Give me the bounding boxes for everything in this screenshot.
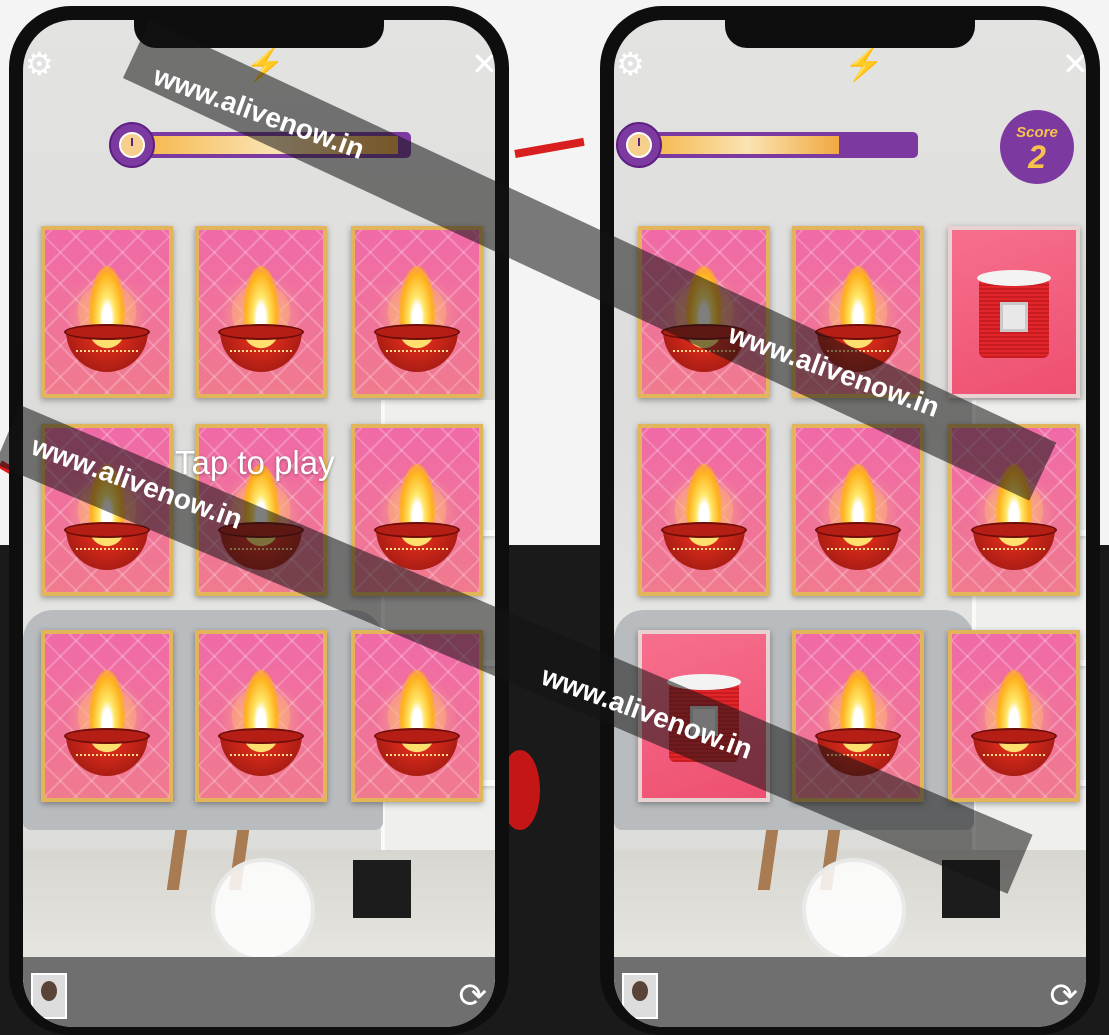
avatar[interactable] (31, 973, 67, 1019)
diya-icon (661, 522, 747, 570)
camera-flip-icon[interactable]: ⟳ (459, 979, 488, 1013)
stopwatch-icon (109, 122, 155, 168)
score-badge: Score 2 (1000, 110, 1074, 184)
memory-card-diya[interactable] (638, 424, 770, 596)
diya-icon (374, 728, 460, 776)
avatar[interactable] (622, 973, 658, 1019)
camera-flip-icon[interactable]: ⟳ (1050, 979, 1079, 1013)
diya-icon (218, 324, 304, 372)
shutter-button[interactable] (802, 858, 906, 962)
memory-card-diya[interactable] (792, 424, 924, 596)
score-value: 2 (1028, 139, 1046, 175)
diya-icon (815, 522, 901, 570)
diya-icon (971, 728, 1057, 776)
flash-icon[interactable]: ⚡ (844, 48, 884, 80)
memory-card-diya[interactable] (351, 226, 483, 398)
tap-to-play-prompt[interactable]: Tap to play (175, 444, 335, 482)
memory-card-diya[interactable] (41, 226, 173, 398)
memory-card-diya[interactable] (41, 630, 173, 802)
gear-icon[interactable]: ⚙ (616, 48, 645, 80)
stopwatch-icon (616, 122, 662, 168)
memory-card-diya[interactable] (195, 630, 327, 802)
memory-card-diya[interactable] (195, 226, 327, 398)
candle-icon (977, 270, 1051, 358)
bottom-bar: ⟳ (23, 957, 495, 1027)
diya-icon (218, 728, 304, 776)
notch (725, 20, 975, 48)
gear-icon[interactable]: ⚙ (25, 48, 54, 80)
memory-card-diya[interactable] (948, 630, 1080, 802)
timer-track (656, 132, 918, 158)
diya-icon (64, 324, 150, 372)
timer-fill (656, 136, 840, 154)
phone-right: ⚙ ⚡ ✕ Score 2 ⟳ (600, 6, 1100, 1035)
shutter-button[interactable] (211, 858, 315, 962)
close-icon[interactable]: ✕ (471, 48, 495, 80)
bottom-bar: ⟳ (614, 957, 1086, 1027)
close-icon[interactable]: ✕ (1062, 48, 1086, 80)
speaker (353, 860, 411, 918)
memory-card-candle[interactable] (948, 226, 1080, 398)
diya-icon (64, 522, 150, 570)
timer-bar (616, 122, 918, 168)
diya-icon (971, 522, 1057, 570)
diya-icon (374, 324, 460, 372)
screen-right: ⚙ ⚡ ✕ Score 2 ⟳ (614, 20, 1086, 1027)
diya-icon (64, 728, 150, 776)
